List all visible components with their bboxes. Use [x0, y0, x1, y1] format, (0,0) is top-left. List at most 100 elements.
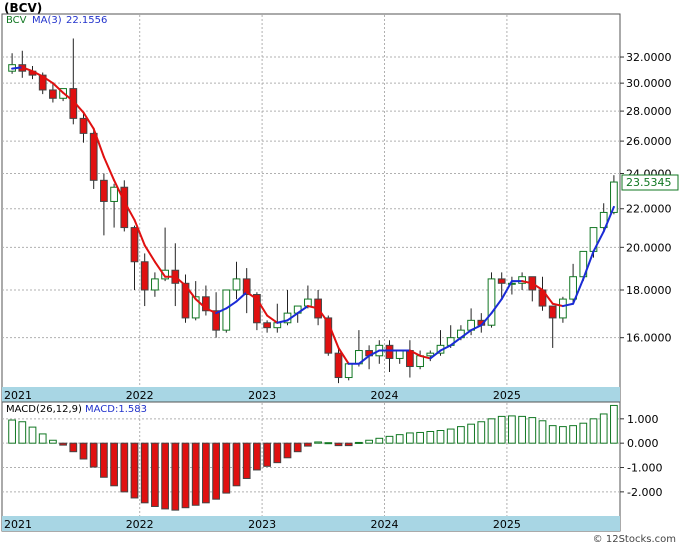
macd-bar [436, 430, 445, 444]
macd-bar [548, 425, 557, 444]
price-y-tick-label: 26.0000 [626, 135, 672, 148]
macd-bar [416, 431, 424, 444]
candle-body [395, 350, 404, 359]
macd-x-tick-label: 2023 [248, 518, 276, 531]
macd-bar [579, 422, 588, 444]
macd-bar [191, 442, 200, 506]
price-y-tick-label: 32.0000 [626, 51, 672, 64]
macd-x-tick-label: 2021 [4, 518, 32, 531]
candle-body [89, 132, 98, 181]
price-panel [1, 13, 621, 403]
macd-bar [253, 442, 261, 471]
macd-x-axis-band [2, 516, 620, 531]
macd-bar [395, 434, 404, 444]
macd-bar [202, 442, 210, 504]
macd-bar [304, 442, 312, 447]
price-y-tick-label: 28.0000 [626, 105, 672, 118]
price-x-axis-band [2, 387, 620, 402]
chart-title: (BCV) [4, 1, 42, 15]
macd-bar [273, 442, 282, 464]
macd-y-tick-label: -1.000 [627, 462, 662, 475]
price-y-tick-label: 30.0000 [626, 77, 672, 90]
macd-bar [446, 428, 455, 444]
macd-bar [518, 415, 526, 444]
ma-segment [11, 66, 24, 70]
macd-bar [508, 415, 516, 444]
macd-bar [120, 442, 129, 493]
macd-bar [355, 441, 363, 444]
candle-body [344, 363, 353, 379]
macd-bar [232, 442, 241, 487]
price-x-tick-label: 2022 [126, 389, 154, 402]
macd-y-tick-label: 1.000 [627, 413, 659, 426]
macd-bar [242, 442, 251, 479]
macd-y-tick-label: -2.000 [627, 486, 662, 499]
macd-legend-label: MACD(26,12,9) [6, 404, 82, 415]
macd-bar [334, 442, 343, 447]
candle-body [49, 89, 57, 99]
price-y-tick-label: 18.0000 [626, 284, 672, 297]
candle-body [263, 322, 271, 329]
macd-y-axis: 1.000 0.000 -1.000 -2.000 [620, 413, 662, 499]
last-price-label: 23.5345 [626, 176, 672, 189]
macd-bar [89, 442, 98, 468]
price-y-tick-label: 22.0000 [626, 203, 672, 216]
macd-bar [365, 439, 373, 444]
macd-bar [528, 417, 537, 444]
macd-bar [324, 442, 333, 445]
candle-body [559, 298, 567, 319]
candle-body [497, 278, 506, 284]
macd-x-tick-label: 2022 [126, 518, 154, 531]
macd-bar [375, 437, 384, 444]
price-y-axis: 16.000018.000020.000022.000024.000026.00… [620, 51, 672, 345]
macd-bar [538, 420, 547, 444]
macd-x-tick-label: 2024 [371, 518, 399, 531]
macd-bar [100, 442, 108, 478]
price-y-tick-label: 20.0000 [626, 241, 672, 254]
candle-body [140, 261, 149, 291]
macd-bar [38, 433, 47, 444]
price-y-tick-label: 16.0000 [626, 332, 672, 345]
symbol-legend: BCV [6, 15, 27, 26]
candle-body [385, 344, 394, 359]
macd-bar [293, 442, 302, 453]
macd-bar [467, 423, 475, 444]
macd-bar [151, 442, 159, 507]
macd-bar [18, 421, 27, 444]
candle-body [79, 117, 88, 134]
macd-bar [385, 435, 394, 444]
macd-bar [426, 430, 435, 444]
macd-bar [161, 442, 169, 510]
macd-bar [589, 418, 598, 444]
macd-bar [222, 442, 231, 494]
macd-bar [487, 418, 496, 444]
candle-body [406, 350, 414, 368]
macd-bar [406, 432, 414, 444]
macd-bar [181, 442, 190, 509]
candle-body [130, 227, 139, 263]
macd-y-tick-label: 0.000 [627, 437, 659, 450]
macd-bar [49, 439, 57, 444]
macd-bar [569, 425, 577, 444]
macd-bar [8, 419, 16, 444]
macd-bar [599, 413, 608, 444]
macd-bar [283, 442, 292, 459]
macd-bar [212, 442, 220, 500]
macd-bar [69, 442, 78, 453]
ma-legend-value: 22.1556 [66, 15, 107, 26]
macd-bar [610, 404, 618, 444]
price-x-tick-label: 2024 [371, 389, 399, 402]
macd-bar [28, 426, 37, 444]
macd-bar [263, 442, 271, 467]
macd-bar [59, 442, 67, 446]
macd-bar [140, 442, 149, 504]
watermark: © 12Stocks.com [593, 534, 676, 545]
macd-bar [79, 442, 88, 460]
macd-bar [497, 415, 506, 444]
candle-body [487, 278, 496, 326]
candle-body [334, 352, 343, 379]
macd-bar [110, 442, 118, 487]
macd-bar [457, 426, 465, 444]
price-x-tick-label: 2021 [4, 389, 32, 402]
candle-body [232, 278, 241, 291]
